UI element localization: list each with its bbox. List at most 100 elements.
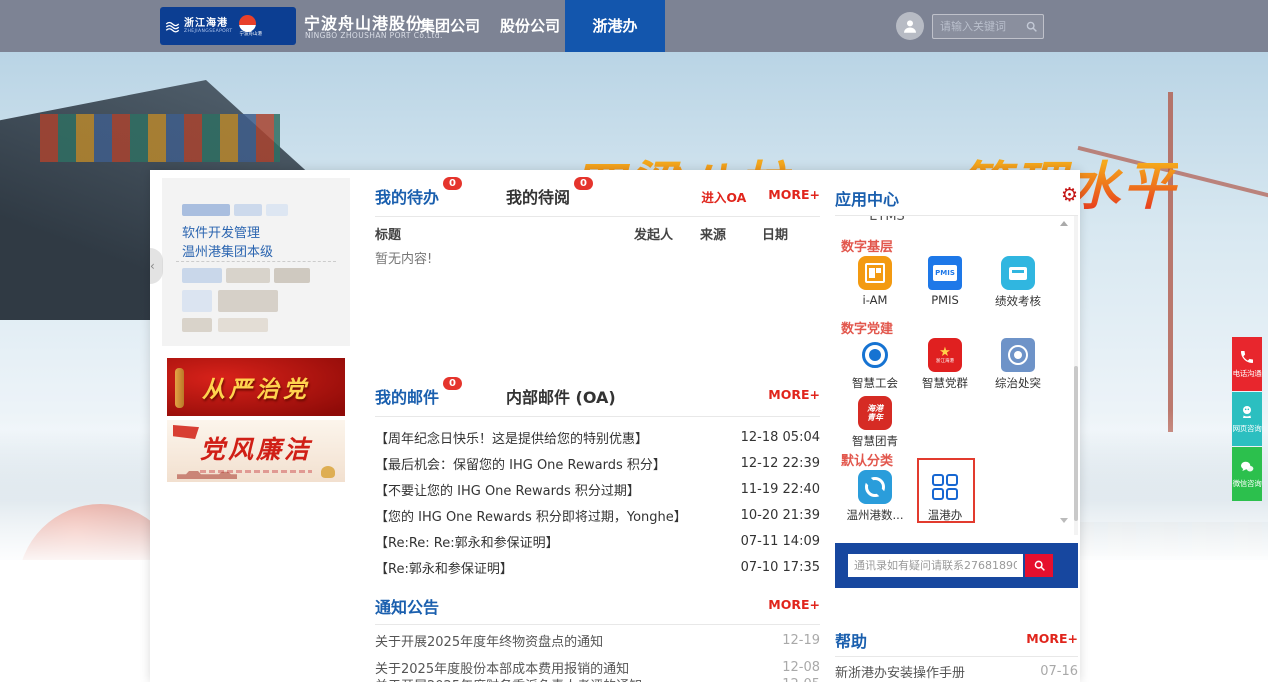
app-wenzhougangshu[interactable]: 温州港数... [843,470,907,523]
app-center-title: 应用中心 [835,186,899,210]
crane-photo-shape [1168,92,1173,432]
person-icon [901,17,919,35]
notice-more-link[interactable]: MORE+ [768,597,820,612]
todo-empty-text: 暂无内容! [375,248,432,267]
scroll-up-icon[interactable] [1060,221,1068,226]
mail-item[interactable]: 【Re:郭永和参保证明】 07-10 17:35 [375,558,820,577]
user-info-card: 软件开发管理 温州港集团本级 [162,178,350,346]
redacted-block [226,268,270,283]
sun-logo-icon [239,15,256,32]
category-digital-base: 数字基层 [841,236,893,255]
party-poster-1[interactable]: 从严治党 [167,358,345,416]
global-search-box [932,14,1044,39]
col-title: 标题 [375,224,634,243]
redacted-block [266,204,288,216]
nav-tab-group-company[interactable]: 集团公司 [418,0,482,52]
nav-tab-share-company[interactable]: 股份公司 [498,0,562,52]
wave-logo-icon [165,19,180,34]
notice-item[interactable]: 关于开展2025年度年终物资盘点的通知 12-19 [375,631,820,650]
apps-scrollbar-thumb[interactable] [1074,366,1078,521]
search-icon[interactable] [1025,20,1038,33]
tab-internal-mail[interactable]: 内部邮件 (OA) [506,384,616,408]
gear-icon[interactable]: ⚙ [1061,186,1078,205]
contact-search-input[interactable] [848,554,1023,577]
wengangban-highlight-box [917,458,975,523]
emblem-icon [1001,338,1035,372]
col-initiator: 发起人 [634,224,700,243]
mail-item[interactable]: 【Re:Re: Re:郭永和参保证明】 07-11 14:09 [375,532,820,551]
help-title: 帮助 [835,628,867,652]
pmis-icon: PMIS [928,256,962,290]
top-navbar: 浙江海港 ZHEJIANGSEAPORT 宁波舟山港 宁波舟山港股份 NINGB… [0,0,1268,52]
mail-item[interactable]: 【您的 IHG One Rewards 积分即将过期，Yonghe】 10-20… [375,506,820,525]
redacted-block [218,290,278,312]
enter-oa-link[interactable]: 进入OA [701,187,746,206]
poster2-text: 党风廉洁 [200,430,312,466]
user-avatar[interactable] [896,12,924,40]
wechat-icon [1239,459,1255,475]
logo-sub-text: 宁波舟山港 [239,32,262,38]
youth-icon: 海港青年 [858,396,892,430]
tab-my-mail[interactable]: 我的邮件 [375,384,439,408]
redacted-block [182,318,212,332]
main-content: 软件开发管理 温州港集团本级 ‹ 从严治党 党风廉洁 [150,170,1080,682]
app-zongzhichutu[interactable]: 综治处突 [986,338,1050,391]
tab-my-todo[interactable]: 我的待办 [375,184,439,208]
middle-column: 我的待办 0 我的待阅 0 进入OA MORE+ 标题 发起人 来源 日期 暂无… [375,170,820,682]
app-zhihuituanqing[interactable]: 海港青年 智慧团青 [843,396,907,449]
mail-item[interactable]: 【最后机会：保留您的 IHG One Rewards 积分】 12-12 22:… [375,454,820,473]
contact-float-buttons: 电话沟通 网页咨询 微信咨询 [1232,337,1262,502]
phone-contact-button[interactable]: 电话沟通 [1232,337,1262,391]
redacted-block [182,204,230,216]
sidebar-link-software-dev[interactable]: 软件开发管理 [182,222,260,241]
col-date: 日期 [762,224,820,243]
app-etms-label[interactable]: ETMS [857,216,917,224]
union-icon [858,338,892,372]
category-digital-party: 数字党建 [841,318,893,337]
app-jixiaokaohe[interactable]: 绩效考核 [986,256,1050,309]
toread-badge: 0 [574,177,593,190]
wechat-consult-button[interactable]: 微信咨询 [1232,447,1262,501]
redacted-block [234,204,262,216]
sidebar-link-wenzhou-group[interactable]: 温州港集团本级 [182,241,273,260]
performance-icon [1001,256,1035,290]
todo-table-header: 标题 发起人 来源 日期 [375,224,820,243]
party-poster-2[interactable]: 党风廉洁 [167,420,345,482]
containers-photo-shape [40,114,280,162]
redacted-block [274,268,310,283]
logo-en-text: ZHEJIANGSEAPORT [184,29,232,35]
contact-search-button[interactable] [1025,554,1053,577]
logo-zh-text: 浙江海港 [184,18,232,29]
tab-my-toread[interactable]: 我的待阅 [506,184,570,208]
redacted-block [182,268,222,283]
search-icon [1033,559,1046,572]
app-center-column: 应用中心 ⚙ ETMS 数字基层 i-AM PMIS [835,170,1078,682]
redacted-block [182,290,212,312]
portal-page: 浙江海港 ZHEJIANGSEAPORT 宁波舟山港 宁波舟山港股份 NINGB… [0,0,1268,682]
mail-item[interactable]: 【周年纪念日快乐！这是提供给您的特别优惠】 12-18 05:04 [375,428,820,447]
app-zhihuigonghui[interactable]: 智慧工会 [843,338,907,391]
iam-icon [858,256,892,290]
phone-icon [1239,349,1255,365]
recycle-icon [858,470,892,504]
app-zhihuidangqun[interactable]: ★ 浙江海港 智慧党群 [913,338,977,391]
global-search-input[interactable] [938,19,1025,34]
scroll-down-icon[interactable] [1060,518,1068,523]
flag-icon [173,425,199,439]
mail-more-link[interactable]: MORE+ [768,387,820,402]
notice-title: 通知公告 [375,594,439,618]
app-pmis[interactable]: PMIS PMIS [913,256,977,307]
category-default: 默认分类 [841,450,893,469]
mascot-icon [1239,404,1255,420]
mail-item[interactable]: 【不要让您的 IHG One Rewards 积分过期】 11-19 22:40 [375,480,820,499]
help-more-link[interactable]: MORE+ [1026,631,1078,646]
contact-search-panel [835,543,1078,588]
todo-more-link[interactable]: MORE+ [768,187,820,202]
nav-tab-zhegangban[interactable]: 浙港办 [565,0,665,52]
help-item[interactable]: 新浙港办安装操作手册 07-16 [835,662,1078,681]
col-source: 来源 [700,224,762,243]
company-logo[interactable]: 浙江海港 ZHEJIANGSEAPORT 宁波舟山港 [160,7,296,45]
app-iam[interactable]: i-AM [843,256,907,307]
web-consult-button[interactable]: 网页咨询 [1232,392,1262,446]
notice-item[interactable]: 关于开展2025年度财务委派负责人考评的通知 12-05 [375,675,820,682]
